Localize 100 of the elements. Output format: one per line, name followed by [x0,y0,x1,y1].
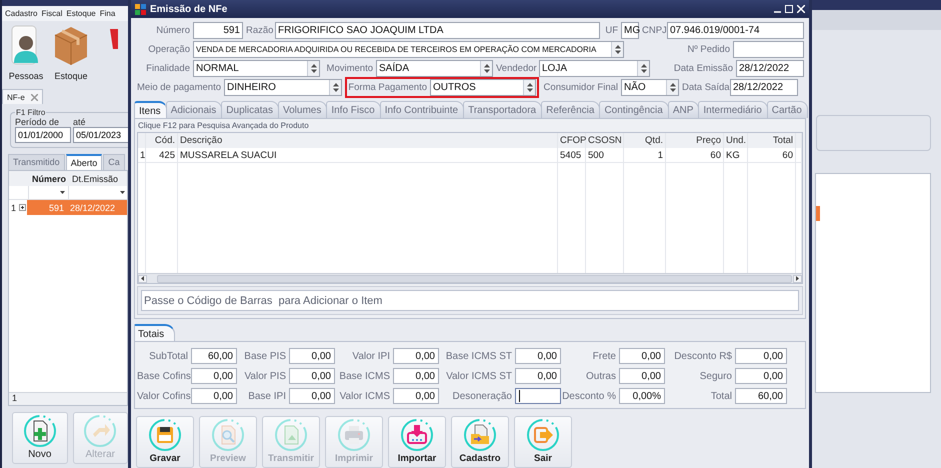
toolbar-button[interactable]: Sair [514,416,572,468]
column-header[interactable]: Qtd. [624,133,666,148]
dropdown-field[interactable]: VENDA DE MERCADORIA ADQUIRIDA OU RECEBIDA DE TERCEIROS EM OPERAÇÃO COM MERCADORIA [193,41,624,58]
spinner-icon[interactable] [670,83,676,92]
input-field[interactable]: FRIGORIFICO SAO JOAQUIM LTDA [275,22,600,39]
date-field[interactable]: 05/01/2023 [73,127,128,143]
dropdown-field[interactable]: SAÍDA [376,60,493,77]
column-header[interactable]: Descrição [178,133,558,148]
tab[interactable]: ANP [668,101,700,118]
column-header[interactable]: Total [748,133,796,148]
toolbar-button[interactable]: Novo [12,412,68,464]
input-field[interactable]: 0,00 [289,368,335,384]
input-field[interactable]: 28/12/2022 [730,79,798,96]
tab[interactable]: Itens [134,101,167,118]
import-icon [400,418,434,452]
table-cell[interactable]: KG [724,148,748,162]
table-cell[interactable]: 500 [586,148,624,162]
tab[interactable]: Ca [103,154,125,170]
toolbar-label[interactable]: Estoque [54,71,88,81]
input-field[interactable]: 0,00 [735,348,787,364]
left-arrow-icon[interactable] [141,276,144,281]
column-header[interactable]: Número [29,174,69,184]
tab[interactable]: Aberto [66,154,102,170]
right-arrow-icon[interactable] [796,276,799,281]
table-cell[interactable]: 425 [146,148,178,162]
table-cell[interactable]: 5405 [558,148,586,162]
table-cell[interactable]: MUSSARELA SUACUI [178,148,558,162]
dropdown-icon[interactable] [120,191,125,194]
input-field[interactable]: 60,00 [191,348,237,364]
column-header[interactable]: Preço [666,133,724,148]
tab[interactable]: Contingência [599,101,669,118]
column-header[interactable]: Cód. [146,133,178,148]
toolbar-button[interactable]: Gravar [136,416,194,468]
dropdown-field[interactable]: DINHEIRO [224,79,342,96]
input-field[interactable] [733,41,804,58]
dropdown-field[interactable]: LOJA [539,60,650,77]
group-title: F1 Filtro [15,108,46,117]
tab[interactable]: Transmitido [8,154,65,170]
tab[interactable]: Duplicatas [221,101,279,118]
tab[interactable]: Referência [541,101,600,118]
input-field[interactable]: 0,00 [619,348,665,364]
horizontal-scrollbar[interactable] [138,273,802,283]
table-cell[interactable]: 60 [666,148,724,162]
tab[interactable]: Info Contribuinte [380,101,464,118]
input-field[interactable]: 0,00% [619,388,665,404]
input-field[interactable]: 0,00 [289,388,335,404]
input-field[interactable]: 07.946.019/0001-74 [667,22,804,39]
document-tab[interactable]: NF-e [2,89,43,104]
column-header[interactable]: CFOP [558,133,586,148]
menu-item[interactable]: Estoque [66,9,96,18]
input-field[interactable]: 0,00 [393,368,439,384]
barcode-field[interactable]: Passe o Código de Barras para Adicionar o Item [141,290,799,311]
column-header[interactable]: CSOSN [586,133,624,148]
input-field[interactable]: 0,00 [393,388,439,404]
input-field[interactable]: 0,00 [619,368,665,384]
menu-item[interactable]: Cadastro [5,9,38,18]
input-field[interactable]: MG [621,22,639,39]
toolbar-label[interactable]: Pessoas [8,71,44,81]
dropdown-field[interactable]: NÃO [621,79,679,96]
tab[interactable]: Adicionais [166,101,222,118]
input-field[interactable]: 0,00 [735,368,787,384]
toolbar-button[interactable]: Importar [388,416,446,468]
tab[interactable]: Cartão [766,101,808,118]
input-field[interactable]: 28/12/2022 [736,60,804,77]
input-field[interactable]: 0,00 [191,368,237,384]
spinner-icon[interactable] [484,64,490,73]
scrollbar-thumb[interactable] [157,274,792,282]
tab[interactable]: Intermediário [698,101,768,118]
spinner-icon[interactable] [640,64,646,73]
input-field[interactable]: 0,00 [191,388,237,404]
table-cell[interactable]: 60 [748,148,796,162]
spinner-icon[interactable] [526,83,532,92]
input-field[interactable]: 0,00 [515,348,561,364]
expand-icon[interactable] [19,204,26,211]
spinner-icon[interactable] [332,83,338,92]
input-field[interactable]: 0,00 [393,348,439,364]
tab[interactable]: Transportadora [463,101,542,118]
dropdown-field[interactable]: NORMAL [193,60,320,77]
table-cell[interactable]: 1 [624,148,666,162]
tab[interactable]: Totais [134,324,176,341]
menu-item[interactable]: Fina [100,9,116,18]
maximize-icon[interactable] [785,5,793,13]
column-header[interactable]: Und. [724,133,748,148]
field-label: Finalidade [145,63,190,74]
menu-item[interactable]: Fiscal [41,9,62,18]
column-header[interactable]: Dt.Emissão [69,174,128,184]
input-field[interactable]: 0,00 [515,368,561,384]
dropdown-field[interactable]: OUTROS [430,79,536,96]
input-field[interactable]: 0,00 [289,348,335,364]
spinner-icon[interactable] [614,45,620,54]
tab-label[interactable]: NF-e [7,92,25,102]
tab[interactable]: Volumes [278,101,328,118]
input-field[interactable]: 591 [193,22,243,39]
input-field[interactable]: 60,00 [735,388,787,404]
dropdown-icon[interactable] [60,191,65,194]
spinner-icon[interactable] [310,64,316,73]
tab[interactable]: Info Fisco [326,101,381,118]
toolbar-button[interactable]: Cadastro [451,416,509,468]
date-field[interactable]: 01/01/2000 [15,127,71,143]
input-field[interactable] [515,388,561,404]
